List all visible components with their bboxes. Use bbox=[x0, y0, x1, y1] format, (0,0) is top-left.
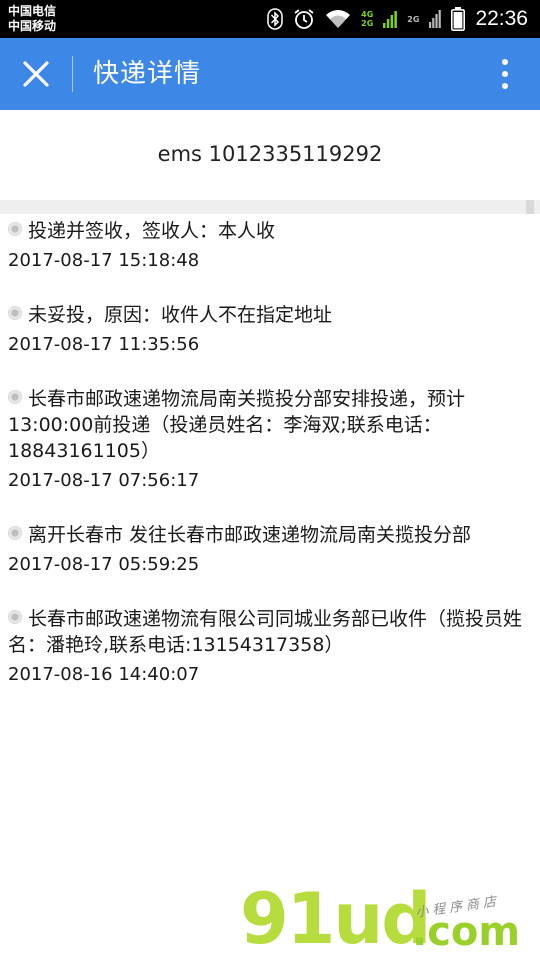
carrier-labels: 中国电信 中国移动 bbox=[8, 4, 56, 34]
timeline-dot-icon bbox=[8, 221, 22, 236]
tracking-events-list: 投递并签收，签收人：本人收 2017-08-17 15:18:48 未妥投，原因… bbox=[0, 218, 540, 716]
signal-bars-2-icon bbox=[429, 10, 442, 28]
event-description: 长春市邮政速递物流局南关揽投分部安排投递，预计13:00:00前投递（投递员姓名… bbox=[8, 388, 466, 462]
title-bar: 快递详情 bbox=[0, 38, 540, 110]
scrollbar-hint bbox=[526, 200, 534, 214]
tracking-event: 长春市邮政速递物流局南关揽投分部安排投递，预计13:00:00前投递（投递员姓名… bbox=[0, 386, 540, 492]
event-time: 2017-08-16 14:40:07 bbox=[8, 664, 200, 685]
close-icon bbox=[23, 61, 49, 87]
timeline-dot-icon bbox=[8, 305, 22, 320]
title-divider bbox=[72, 56, 73, 92]
event-description: 离开长春市 发往长春市邮政速递物流局南关揽投分部 bbox=[28, 524, 472, 546]
carrier-2: 中国移动 bbox=[8, 19, 57, 33]
bluetooth-icon bbox=[267, 8, 283, 30]
wifi-icon bbox=[325, 9, 351, 29]
status-icons: 4G 2G 2G 22:36 bbox=[267, 0, 528, 38]
signal-1-bottom: 2G bbox=[361, 19, 374, 28]
watermark-domain: .com bbox=[412, 909, 521, 955]
watermark: 91ud 小程序商店 .com bbox=[240, 880, 530, 960]
carrier-1: 中国电信 bbox=[8, 4, 57, 18]
timeline-dot-icon bbox=[8, 389, 22, 404]
event-time: 2017-08-17 15:18:48 bbox=[8, 250, 200, 271]
event-time: 2017-08-17 05:59:25 bbox=[8, 554, 200, 575]
close-button[interactable] bbox=[16, 54, 56, 94]
event-description: 长春市邮政速递物流有限公司同城业务部已收件（揽投员姓名：潘艳玲,联系电话:131… bbox=[8, 608, 523, 656]
page-title: 快递详情 bbox=[93, 59, 202, 89]
timeline-dot-icon bbox=[8, 609, 22, 624]
tracking-event: 长春市邮政速递物流有限公司同城业务部已收件（揽投员姓名：潘艳玲,联系电话:131… bbox=[0, 606, 540, 686]
event-time: 2017-08-17 07:56:17 bbox=[8, 470, 200, 491]
tracking-event: 离开长春市 发往长春市邮政速递物流局南关揽投分部 2017-08-17 05:5… bbox=[0, 522, 540, 576]
signal-2-label: 2G bbox=[407, 14, 420, 24]
watermark-logo: 91ud bbox=[240, 878, 431, 960]
tracking-number: ems 1012335119292 bbox=[157, 142, 383, 166]
signal-bars-1-icon bbox=[383, 10, 398, 28]
signal-1-top: 4G bbox=[361, 10, 374, 19]
signal-2-icon: 2G bbox=[407, 15, 419, 24]
status-bar: 中国电信 中国移动 4G 2G 2G 22:36 bbox=[0, 0, 540, 38]
tracking-event: 投递并签收，签收人：本人收 2017-08-17 15:18:48 bbox=[0, 218, 540, 272]
event-description: 投递并签收，签收人：本人收 bbox=[28, 220, 276, 242]
clock: 22:36 bbox=[475, 7, 528, 30]
signal-1-icon: 4G 2G bbox=[361, 10, 373, 28]
tracking-event: 未妥投，原因：收件人不在指定地址 2017-08-17 11:35:56 bbox=[0, 302, 540, 356]
more-vertical-icon bbox=[502, 59, 508, 89]
event-time: 2017-08-17 11:35:56 bbox=[8, 334, 200, 355]
alarm-icon bbox=[293, 8, 315, 30]
timeline-dot-icon bbox=[8, 525, 22, 540]
more-menu-button[interactable] bbox=[490, 54, 520, 94]
tracking-header: ems 1012335119292 bbox=[0, 110, 540, 200]
battery-icon bbox=[451, 7, 466, 31]
section-separator bbox=[0, 200, 540, 214]
event-description: 未妥投，原因：收件人不在指定地址 bbox=[28, 304, 333, 326]
